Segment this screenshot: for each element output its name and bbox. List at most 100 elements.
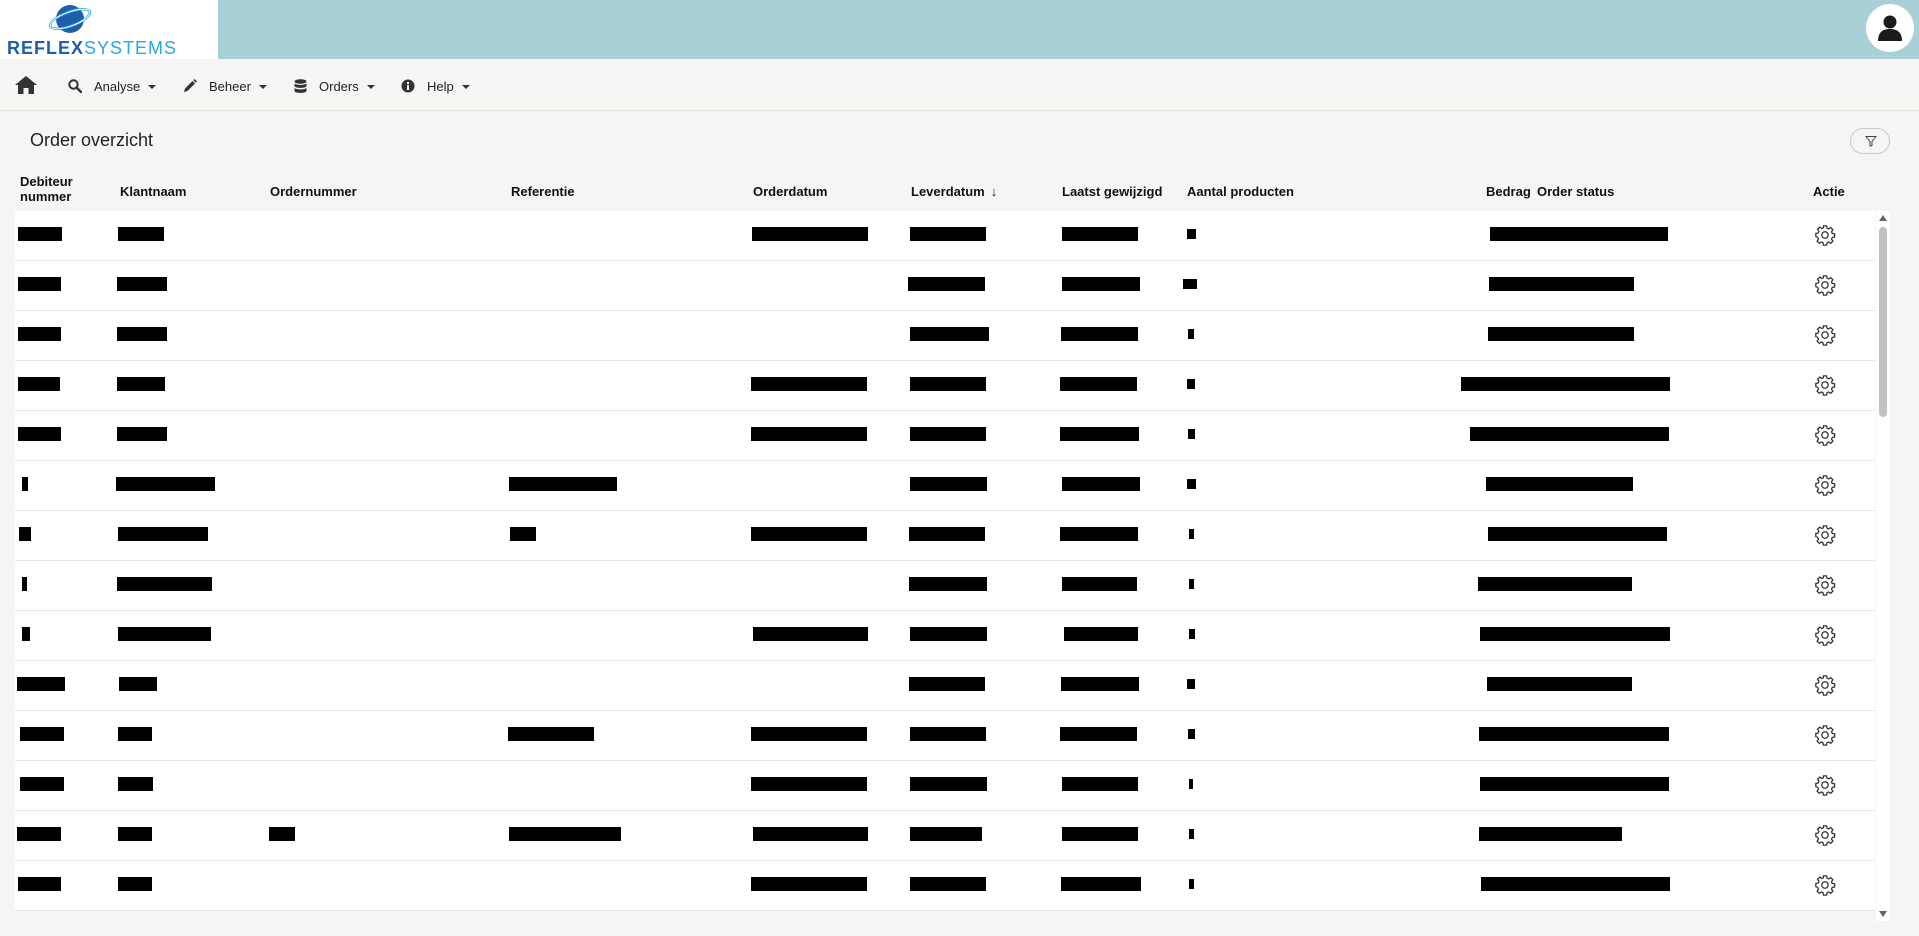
row-action-gear-icon[interactable] [1814, 274, 1836, 296]
col-order-status[interactable]: Order status [1537, 184, 1614, 199]
page-title: Order overzicht [30, 130, 154, 150]
gear-icon [1815, 875, 1836, 896]
col-actie: Actie [1813, 184, 1845, 199]
row-action-gear-icon[interactable] [1814, 524, 1836, 546]
col-leverdatum[interactable]: Leverdatum ↓ [911, 184, 997, 199]
row-action-gear-icon[interactable] [1814, 874, 1836, 896]
table-row[interactable] [15, 411, 1875, 461]
table-row[interactable] [15, 461, 1875, 511]
row-action-gear-icon[interactable] [1814, 324, 1836, 346]
redacted-referentie-cell [509, 827, 621, 841]
row-action-gear-icon[interactable] [1814, 224, 1836, 246]
table-scrollbar[interactable] [1876, 211, 1890, 921]
redacted-laatst-gewijzigd-cell [1060, 377, 1137, 391]
nav-help[interactable]: Help [401, 76, 470, 96]
col-orderdatum[interactable]: Orderdatum [753, 184, 827, 199]
table-row[interactable] [15, 661, 1875, 711]
redacted-bedrag-status-cell [1479, 827, 1622, 841]
row-action-gear-icon[interactable] [1814, 824, 1836, 846]
redacted-laatst-gewijzigd-cell [1061, 877, 1141, 891]
redacted-leverdatum-cell [909, 527, 985, 541]
row-action-gear-icon[interactable] [1814, 724, 1836, 746]
col-aantal-producten[interactable]: Aantal producten [1187, 184, 1294, 199]
user-avatar-button[interactable] [1866, 4, 1914, 52]
filter-button[interactable] [1850, 128, 1890, 154]
chevron-down-icon [461, 85, 470, 89]
table-row[interactable] [15, 211, 1875, 261]
table-row[interactable] [15, 261, 1875, 311]
col-referentie[interactable]: Referentie [511, 184, 575, 199]
redacted-leverdatum-cell [910, 877, 986, 891]
redacted-leverdatum-cell [910, 827, 982, 841]
gear-icon [1815, 575, 1836, 596]
redacted-klantnaam-cell [118, 627, 211, 641]
nav-analyse[interactable]: Analyse [68, 76, 157, 96]
col-ordernummer[interactable]: Ordernummer [270, 184, 357, 199]
table-row[interactable] [15, 311, 1875, 361]
scroll-up-icon[interactable] [1879, 215, 1887, 221]
nav-orders[interactable]: Orders [294, 76, 375, 96]
redacted-orderdatum-cell [751, 427, 867, 441]
redacted-leverdatum-cell [910, 627, 987, 641]
user-icon [1878, 15, 1902, 41]
redacted-debiteur-cell [22, 577, 27, 591]
redacted-orderdatum-cell [752, 227, 868, 241]
table-row[interactable] [15, 861, 1875, 911]
redacted-klantnaam-cell [118, 827, 152, 841]
chevron-down-icon [258, 85, 267, 89]
table-row[interactable] [15, 361, 1875, 411]
redacted-leverdatum-cell [909, 577, 987, 591]
redacted-debiteur-cell [20, 727, 64, 741]
row-action-gear-icon[interactable] [1814, 424, 1836, 446]
scroll-down-icon[interactable] [1879, 911, 1887, 917]
nav-beheer-label: Beheer [209, 78, 251, 94]
logo-text-light: SYSTEMS [84, 38, 178, 58]
redacted-leverdatum-cell [910, 377, 986, 391]
row-action-gear-icon[interactable] [1814, 574, 1836, 596]
row-action-gear-icon[interactable] [1814, 774, 1836, 796]
redacted-laatst-gewijzigd-cell [1062, 577, 1137, 591]
table-row[interactable] [15, 611, 1875, 661]
redacted-bedrag-status-cell [1488, 527, 1667, 541]
redacted-aantal-producten-cell [1189, 579, 1194, 589]
table-row[interactable] [15, 711, 1875, 761]
nav-analyse-label: Analyse [94, 78, 141, 94]
redacted-klantnaam-cell [118, 877, 152, 891]
row-action-gear-icon[interactable] [1814, 624, 1836, 646]
table-row[interactable] [15, 761, 1875, 811]
col-laatst-gewijzigd[interactable]: Laatst gewijzigd [1062, 184, 1162, 199]
redacted-laatst-gewijzigd-cell [1061, 327, 1138, 341]
chevron-down-icon [366, 85, 375, 89]
redacted-orderdatum-cell [751, 727, 867, 741]
col-klantnaam[interactable]: Klantnaam [120, 184, 186, 199]
redacted-debiteur-cell [18, 427, 61, 441]
redacted-aantal-producten-cell [1189, 829, 1194, 839]
redacted-referentie-cell [508, 727, 594, 741]
redacted-leverdatum-cell [910, 477, 987, 491]
col-debiteur-nummer[interactable]: Debiteur nummer [20, 174, 73, 204]
table-row[interactable] [15, 561, 1875, 611]
top-header: REFLEXSYSTEMS [0, 0, 1919, 59]
redacted-aantal-producten-cell [1188, 329, 1194, 339]
gear-icon [1815, 675, 1836, 696]
nav-beheer[interactable]: Beheer [183, 76, 267, 96]
col-bedrag[interactable]: Bedrag [1486, 184, 1531, 199]
gear-icon [1815, 425, 1836, 446]
row-action-gear-icon[interactable] [1814, 674, 1836, 696]
table-row[interactable] [15, 811, 1875, 861]
redacted-leverdatum-cell [910, 327, 989, 341]
table-row[interactable] [15, 511, 1875, 561]
search-icon [68, 79, 82, 93]
row-action-gear-icon[interactable] [1814, 374, 1836, 396]
reflex-systems-logo[interactable]: REFLEXSYSTEMS [0, 0, 218, 59]
redacted-klantnaam-cell [117, 427, 167, 441]
scrollbar-thumb[interactable] [1879, 227, 1887, 417]
row-action-gear-icon[interactable] [1814, 474, 1836, 496]
col-debiteur-line1: Debiteur [20, 174, 73, 189]
redacted-laatst-gewijzigd-cell [1062, 827, 1138, 841]
redacted-leverdatum-cell [910, 227, 986, 241]
home-button[interactable] [14, 75, 38, 95]
redacted-klantnaam-cell [118, 227, 164, 241]
gear-icon [1815, 525, 1836, 546]
redacted-laatst-gewijzigd-cell [1064, 627, 1138, 641]
